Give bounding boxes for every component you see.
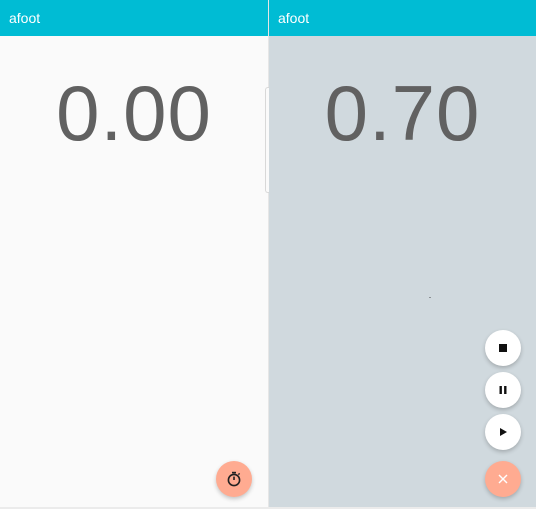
app-title: afoot [278, 10, 310, 26]
app-title: afoot [9, 10, 41, 26]
stopwatch-icon [226, 471, 242, 487]
stop-button[interactable] [485, 330, 521, 366]
pause-button[interactable] [485, 372, 521, 408]
dual-screenshot: afoot 0.00 afoot 0.70 [0, 0, 536, 509]
pause-icon [498, 385, 508, 395]
close-icon [497, 473, 509, 485]
close-menu-button[interactable] [485, 461, 521, 497]
right-screen: afoot 0.70 [269, 0, 536, 509]
map-marker-dot [429, 297, 431, 298]
app-bar: afoot [0, 0, 268, 36]
stop-icon [498, 343, 508, 353]
play-button[interactable] [485, 414, 521, 450]
left-screen: afoot 0.00 [0, 0, 268, 509]
distance-counter: 0.00 [56, 69, 212, 157]
distance-counter: 0.70 [324, 69, 481, 157]
play-icon [498, 427, 508, 437]
app-bar: afoot [269, 0, 536, 36]
start-tracking-button[interactable] [216, 461, 252, 497]
